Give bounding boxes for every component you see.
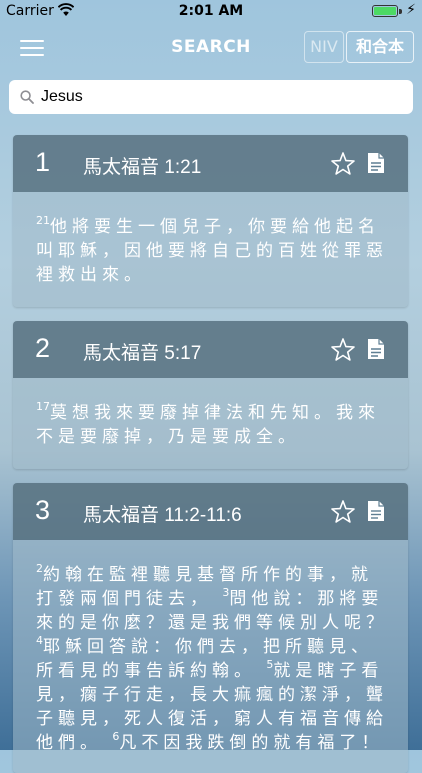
clock: 2:01 AM [178, 3, 244, 19]
verse-text: 17莫想我來要廢掉律法和先知。我來不是要廢掉，乃是要成全。 [36, 401, 391, 449]
star-outline-icon[interactable] [330, 151, 356, 177]
result-reference: 馬太福音 1:21 [83, 157, 202, 178]
result-reference: 馬太福音 11:2-11:6 [83, 505, 242, 526]
result-index: 3 [35, 495, 51, 525]
search-icon [20, 90, 34, 104]
battery-icon [372, 5, 398, 17]
battery-tip [399, 9, 402, 14]
star-outline-icon[interactable] [330, 499, 356, 525]
result-card[interactable]: 2 馬太福音 5:17 17莫想我來要廢掉律法和先知。我來不是要廢掉，乃是要成全… [13, 321, 408, 469]
result-header: 3 馬太福音 11:2-11:6 [13, 483, 408, 540]
document-icon[interactable] [367, 338, 385, 360]
result-index: 1 [35, 147, 51, 177]
search-bar[interactable] [9, 80, 413, 114]
document-icon[interactable] [367, 500, 385, 522]
verse-number: 2 [36, 562, 43, 575]
verse-number: 4 [36, 634, 43, 647]
result-reference: 馬太福音 5:17 [83, 343, 202, 364]
result-header: 2 馬太福音 5:17 [13, 321, 408, 378]
version-niv-button[interactable]: NIV [304, 31, 344, 63]
verse-text: 21他將要生一個兒子，你要給他起名叫耶穌，因他要將自己的百姓從罪惡裡救出來。 [36, 215, 391, 287]
result-header: 1 馬太福音 1:21 [13, 135, 408, 192]
document-icon[interactable] [367, 152, 385, 174]
verse-number: 21 [36, 214, 50, 227]
verse-content: 莫想我來要廢掉律法和先知。我來不是要廢掉，乃是要成全。 [36, 403, 380, 447]
search-input[interactable] [41, 80, 401, 114]
charging-icon: ⚡ [406, 2, 416, 18]
verse-text: 2約翰在監裡聽見基督所作的事，就打發兩個門徒去， 3問他說：那將要來的是你麼？還… [36, 563, 391, 755]
verse-number: 17 [36, 400, 50, 413]
result-card[interactable]: 3 馬太福音 11:2-11:6 2約翰在監裡聽見基督所作的事，就打發兩個門徒去… [13, 483, 408, 773]
verse-content: 凡不因我跌倒的就有福了！ [119, 733, 384, 753]
result-index: 2 [35, 333, 51, 363]
navigation-bar: SEARCH NIV 和合本 [0, 24, 422, 72]
verse-content: 他將要生一個兒子，你要給他起名叫耶穌，因他要將自己的百姓從罪惡裡救出來。 [36, 217, 388, 285]
status-bar: Carrier 2:01 AM ⚡ [0, 0, 422, 24]
result-card[interactable]: 1 馬太福音 1:21 21他將要生一個兒子，你要給他起名叫耶穌，因他要將自己的… [13, 135, 408, 307]
version-cuv-button[interactable]: 和合本 [346, 31, 414, 63]
star-outline-icon[interactable] [330, 337, 356, 363]
